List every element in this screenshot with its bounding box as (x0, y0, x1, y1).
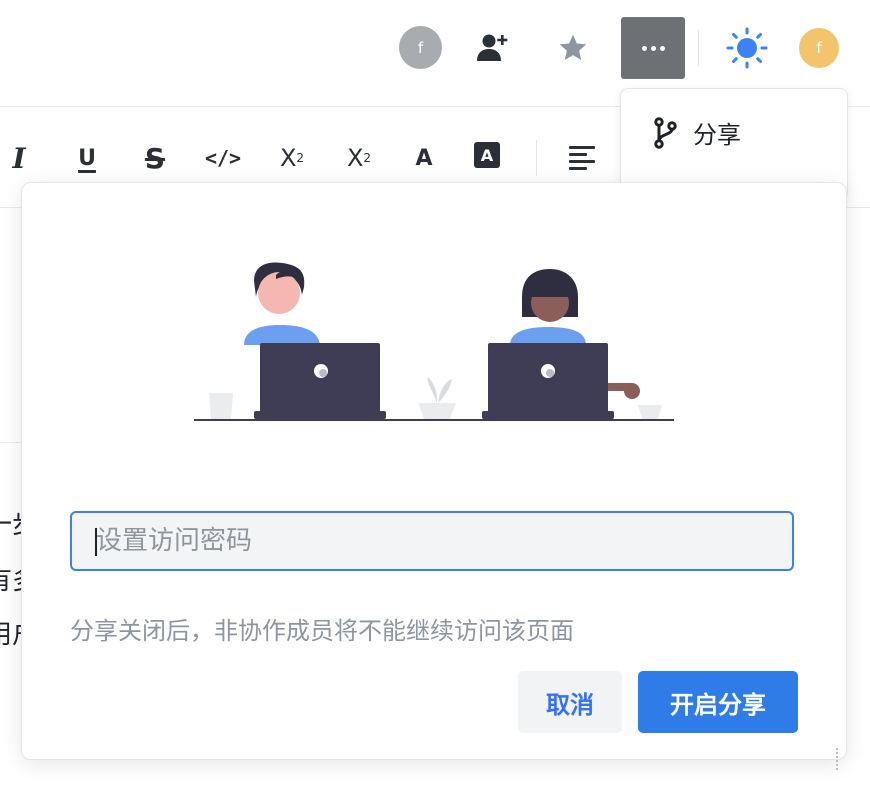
code-icon[interactable]: </> (205, 138, 241, 178)
superscript-icon[interactable]: X2 (276, 138, 308, 178)
menu-item-share[interactable]: 分享 (653, 115, 741, 150)
font-color-icon[interactable]: A (410, 138, 438, 178)
resize-handle (836, 748, 844, 770)
user-avatar-initial: f (816, 39, 822, 57)
branch-icon (654, 116, 677, 149)
menu-item-share-label: 分享 (693, 121, 741, 149)
highlight-icon[interactable]: A (474, 142, 500, 168)
italic-icon[interactable]: I (4, 138, 34, 178)
align-left-icon[interactable] (569, 138, 601, 178)
toolbar-divider (536, 140, 537, 176)
collaborator-avatar-initial: f (417, 38, 424, 57)
enable-share-button[interactable]: 开启分享 (638, 671, 798, 733)
cancel-button[interactable]: 取消 (518, 671, 622, 733)
font-color-label: A (415, 145, 433, 171)
collaboration-illustration (194, 262, 674, 421)
header-divider (698, 30, 699, 66)
more-button[interactable] (621, 17, 685, 79)
theme-sun-icon[interactable] (725, 26, 769, 70)
star-icon[interactable] (553, 28, 593, 68)
subscript-mark: 2 (363, 151, 372, 165)
underline-icon[interactable]: U (72, 138, 102, 178)
share-dialog: 分享关闭后，非协作成员将不能继续访问该页面 取消 开启分享 (21, 182, 847, 760)
subscript-base: X (346, 144, 364, 172)
share-hint-text: 分享关闭后，非协作成员将不能继续访问该页面 (70, 617, 574, 645)
superscript-base: X (279, 144, 297, 172)
more-icon (641, 45, 665, 51)
strikethrough-icon[interactable]: S (138, 138, 172, 178)
user-avatar[interactable]: f (799, 28, 839, 68)
editor-divider (0, 442, 20, 443)
collaborator-avatar[interactable]: f (399, 26, 442, 69)
superscript-mark: 2 (296, 151, 305, 165)
highlight-label: A (480, 145, 494, 165)
text-caret (95, 528, 97, 556)
subscript-icon[interactable]: X2 (343, 138, 375, 178)
add-collaborator-icon[interactable] (472, 28, 512, 68)
password-input[interactable] (70, 511, 794, 571)
